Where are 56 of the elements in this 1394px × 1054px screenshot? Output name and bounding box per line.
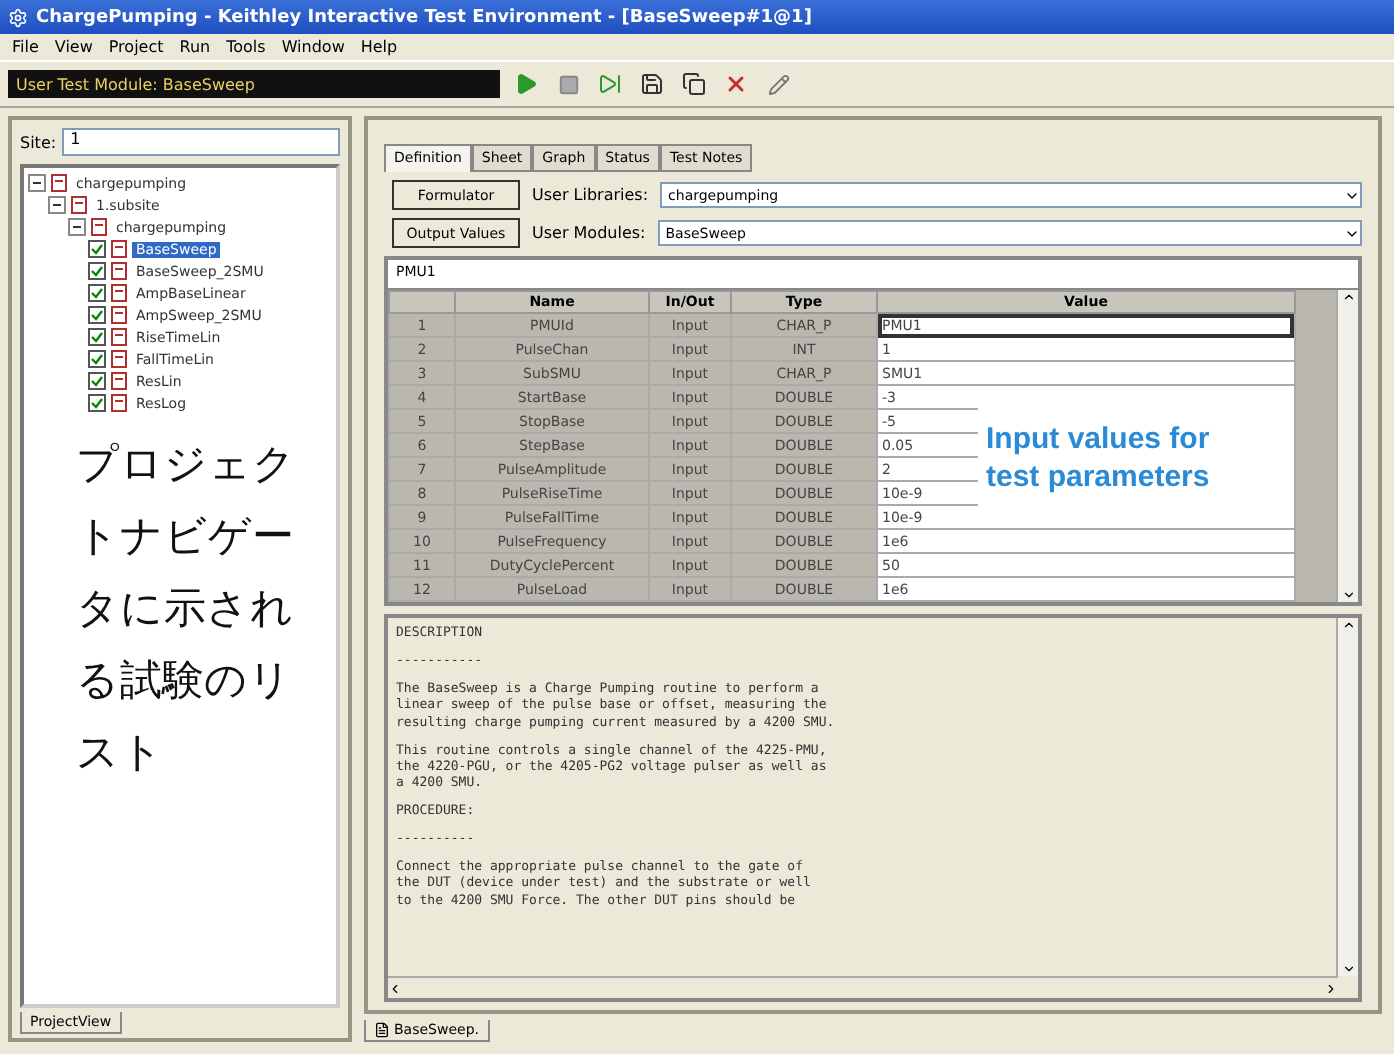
document-icon	[110, 240, 128, 258]
document-icon	[110, 372, 128, 390]
menu-item[interactable]: Project	[108, 38, 164, 56]
checkbox[interactable]	[88, 372, 106, 390]
app-icon	[8, 7, 28, 27]
document-icon	[90, 218, 108, 236]
stop-icon	[557, 73, 579, 95]
collapse-icon[interactable]	[48, 196, 66, 214]
scrollbar[interactable]	[1336, 290, 1358, 602]
scroll-down-icon	[1341, 588, 1355, 602]
window-title: ChargePumping - Keithley Interactive Test Environment - [BaseSweep#1@1]	[36, 7, 812, 27]
document-icon	[50, 174, 68, 192]
checkbox[interactable]	[88, 284, 106, 302]
save-button[interactable]	[636, 68, 668, 100]
libraries-label: User Libraries:	[532, 186, 649, 204]
collapse-icon[interactable]	[28, 174, 46, 192]
menu-item[interactable]: Help	[360, 38, 398, 56]
scrollbar[interactable]	[1336, 618, 1358, 976]
scroll-right-icon	[1324, 981, 1338, 995]
copy-icon	[682, 72, 706, 96]
menu-item[interactable]: Run	[179, 38, 211, 56]
document-icon	[110, 306, 128, 324]
skip-icon	[598, 72, 622, 96]
checkbox[interactable]	[88, 394, 106, 412]
close-icon	[724, 72, 748, 96]
save-icon	[640, 72, 664, 96]
document-icon	[110, 284, 128, 302]
checkbox[interactable]	[88, 328, 106, 346]
checkbox[interactable]	[88, 240, 106, 258]
modules-label: User Modules:	[532, 224, 646, 242]
document-icon	[110, 350, 128, 368]
pencil-icon	[767, 73, 789, 95]
scroll-down-icon	[1341, 962, 1355, 976]
module-field: User Test Module: BaseSweep	[8, 70, 500, 98]
checkbox[interactable]	[88, 306, 106, 324]
menu-item[interactable]: Window	[281, 38, 345, 56]
copy-button[interactable]	[678, 68, 710, 100]
document-icon	[70, 196, 88, 214]
document-icon	[110, 394, 128, 412]
collapse-icon[interactable]	[68, 218, 86, 236]
play-icon	[514, 72, 538, 96]
menu-item[interactable]: View	[54, 38, 93, 56]
scroll-up-icon	[1341, 618, 1355, 632]
document-icon	[110, 328, 128, 346]
checkbox[interactable]	[88, 350, 106, 368]
checkbox[interactable]	[88, 262, 106, 280]
menu-item[interactable]: Tools	[226, 38, 266, 56]
document-icon	[110, 262, 128, 280]
site-label: Site:	[20, 133, 57, 151]
scroll-up-icon	[1341, 290, 1355, 304]
document-icon	[374, 1022, 390, 1038]
menu-item[interactable]: File	[12, 38, 39, 56]
site-field[interactable]: 1	[62, 128, 340, 156]
horizontal-scrollbar[interactable]	[388, 976, 1338, 998]
annotation-text: Input values for test parameters	[986, 419, 1212, 495]
scroll-left-icon	[388, 981, 402, 995]
